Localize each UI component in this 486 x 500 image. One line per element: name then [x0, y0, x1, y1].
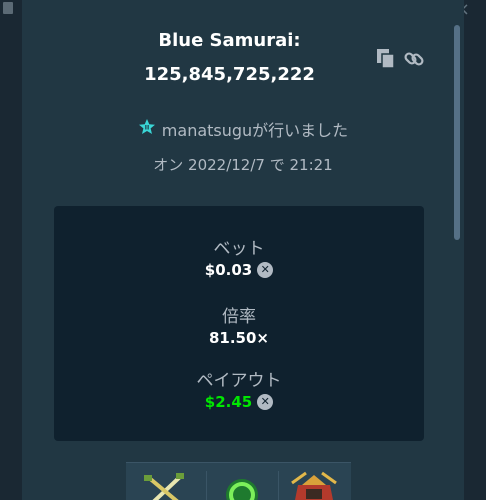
window-corner-mark	[3, 2, 13, 14]
multiplier-stat: 倍率 81.50×	[54, 302, 424, 347]
samurai-helmet-icon	[284, 469, 344, 500]
backdrop-left	[0, 0, 22, 500]
svg-text:II: II	[145, 125, 149, 132]
symbol-reel-preview	[126, 462, 351, 500]
backdrop-right	[464, 0, 486, 500]
bet-value: $0.03	[204, 261, 253, 279]
bet-timestamp: オン 2022/12/7 で 21:21	[153, 156, 333, 174]
bet-stats-panel: ベット $0.03 ✕ 倍率 81.50× ペイアウト $2.45 ✕	[54, 206, 424, 441]
xrp-coin-icon: ✕	[257, 262, 274, 278]
bet-value-row: $0.03 ✕	[54, 261, 424, 279]
bet-details-modal: Blue Samurai: 125,845,725,222 II manatsu…	[22, 0, 464, 500]
payout-stat: ペイアウト $2.45 ✕	[54, 366, 424, 411]
bet-id: 125,845,725,222	[144, 64, 315, 85]
tile-divider	[206, 471, 207, 500]
bet-stat: ベット $0.03 ✕	[54, 234, 424, 279]
payout-value: $2.45	[204, 393, 253, 411]
copy-icon[interactable]	[375, 48, 397, 70]
crossed-swords-icon	[138, 469, 198, 500]
bet-label: ベット	[213, 239, 265, 259]
payout-value-row: $2.45 ✕	[54, 393, 424, 411]
tile-divider	[278, 471, 279, 500]
username-text[interactable]: manatsuguが行いました	[162, 117, 348, 141]
placed-by-line: II manatsuguが行いました	[22, 117, 464, 141]
xrp-coin-icon: ✕	[257, 394, 274, 410]
link-icon[interactable]	[403, 48, 425, 70]
multiplier-value: 81.50×	[208, 329, 269, 347]
multiplier-label: 倍率	[222, 307, 256, 327]
game-title: Blue Samurai:	[158, 30, 301, 51]
star-badge-icon: II	[138, 118, 156, 140]
payout-label: ペイアウト	[196, 371, 282, 391]
green-emblem-icon	[212, 469, 272, 500]
